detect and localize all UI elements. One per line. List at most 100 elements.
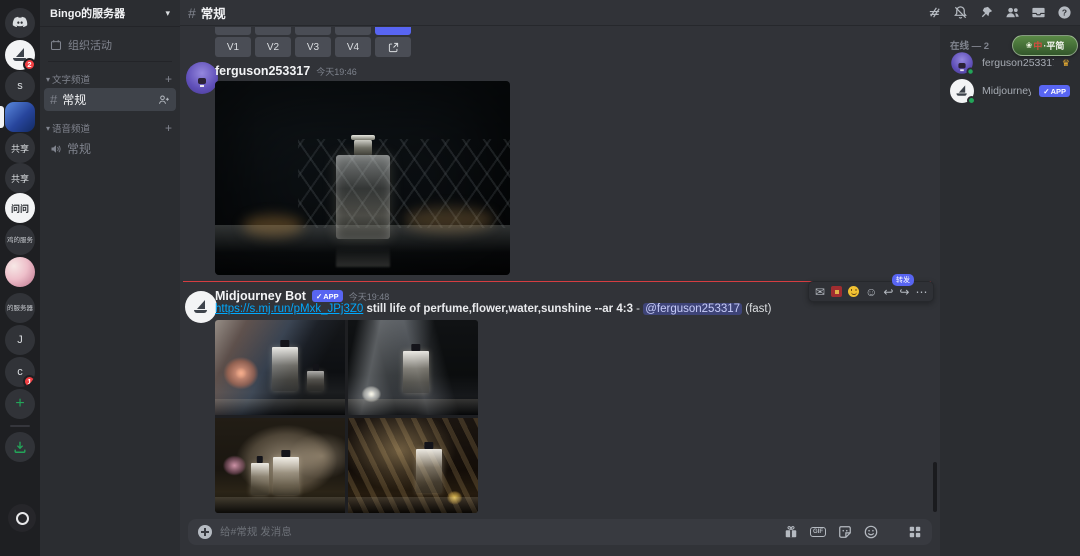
more-actions-icon[interactable]: ⋯ — [915, 286, 927, 298]
server-icon-gongxiang-2[interactable]: 共享 — [5, 163, 35, 193]
image-floor — [348, 399, 478, 415]
invite-members-icon[interactable] — [158, 94, 170, 106]
reply-icon[interactable]: ↩ — [883, 286, 893, 298]
app-badge: ✓ APP — [312, 290, 343, 302]
sticker-icon[interactable] — [838, 525, 852, 539]
member-list-icon[interactable] — [1005, 5, 1020, 20]
perfume-bottle — [416, 449, 442, 493]
channel-sidebar: Bingo的服务器 ▾ 组织活动 ▾ 文字频道 + # 常规 ▾ 语音频道 + … — [40, 0, 180, 556]
events-entry[interactable]: 组织活动 — [40, 35, 180, 55]
grid-image-2[interactable] — [348, 320, 478, 415]
mj-job-link[interactable]: https://s.mj.run/pMxk_JPj3Z0 — [215, 303, 363, 315]
avatar-midjourney-bot[interactable] — [185, 291, 217, 323]
add-reaction-icon[interactable]: ☺ — [865, 286, 877, 298]
flower-icon: ❀ — [1026, 41, 1033, 50]
calendar-icon — [50, 39, 62, 51]
perfume-image-attachment[interactable] — [215, 81, 510, 275]
server-icon-j[interactable]: J — [5, 325, 35, 355]
voice-channel-name: 常规 — [67, 140, 91, 157]
envelope-reaction-icon[interactable]: ✉ — [815, 286, 825, 298]
smile-reaction-icon[interactable] — [848, 286, 859, 297]
variation-button-row: V1 V2 V3 V4 — [215, 37, 411, 57]
server-icon-wenwen[interactable]: 问问 — [5, 193, 35, 223]
server-icon-s[interactable]: s — [5, 71, 35, 101]
channel-title: 常规 — [201, 3, 226, 22]
speed-label: (fast) — [745, 303, 771, 315]
variation-button-v4[interactable]: V4 — [335, 37, 371, 57]
notifications-muted-icon[interactable] — [953, 5, 968, 20]
grid-image-1[interactable] — [215, 320, 345, 415]
discord-logo-icon — [11, 14, 29, 32]
user-mention[interactable]: @ferguson253317 — [643, 303, 742, 315]
channel-changgui-text[interactable]: # 常规 — [44, 88, 176, 111]
text-channels-category[interactable]: ▾ 文字频道 + — [40, 72, 180, 86]
threads-icon[interactable] — [927, 5, 942, 20]
open-in-web-button[interactable] — [375, 37, 411, 57]
channel-name: 常规 — [62, 91, 86, 108]
unread-badge: 2 — [23, 58, 36, 71]
gift-icon[interactable] — [784, 525, 798, 539]
variation-button-v3[interactable]: V3 — [295, 37, 331, 57]
add-voice-channel-button[interactable]: + — [165, 121, 172, 135]
upscale-button-cropped[interactable] — [215, 27, 251, 35]
input-action-icons: GIF — [784, 525, 922, 539]
help-icon[interactable]: ? — [1057, 5, 1072, 20]
forward-tooltip: 转发 — [892, 274, 914, 286]
message-header: Midjourney Bot ✓ APP 今天19:48 — [215, 289, 389, 303]
explore-servers-button[interactable] — [5, 432, 35, 462]
server-header[interactable]: Bingo的服务器 ▾ — [40, 0, 180, 27]
upscale-button-cropped[interactable] — [295, 27, 331, 35]
image-floor — [215, 497, 345, 513]
sailboat-icon — [193, 300, 209, 314]
grid-image-3[interactable] — [215, 418, 345, 513]
midjourney-image-grid[interactable] — [215, 320, 478, 513]
selected-server-indicator — [0, 106, 4, 128]
perfume-bottle — [273, 457, 299, 495]
add-server-button[interactable]: + — [5, 389, 35, 419]
member-name: Midjourney Bot — [982, 85, 1031, 97]
chat-scrollbar-thumb[interactable] — [933, 462, 937, 512]
channel-changgui-voice[interactable]: 常规 — [44, 137, 176, 160]
voice-channels-category[interactable]: ▾ 语音频道 + — [40, 121, 180, 135]
perfume-bottle — [336, 155, 390, 239]
pinned-messages-icon[interactable] — [979, 5, 994, 20]
midjourney-dm-avatar[interactable]: 2 — [5, 40, 35, 70]
server-icon-blue-selected[interactable] — [5, 102, 35, 132]
server-icon-c[interactable]: c 1 — [5, 357, 35, 387]
variation-button-v2[interactable]: V2 — [255, 37, 291, 57]
server-rail: 2 s 共享 共享 问问 鸡的服务 的服务器 J c 1 + — [0, 0, 40, 556]
emoji-picker-icon[interactable] — [864, 525, 878, 539]
server-icon-jidefuwu[interactable]: 鸡的服务 — [5, 225, 35, 255]
server-icon-flower[interactable] — [5, 257, 35, 287]
username-midjourney-bot[interactable]: Midjourney Bot — [215, 289, 306, 303]
avatar-ferguson[interactable] — [186, 62, 218, 94]
add-text-channel-button[interactable]: + — [165, 72, 172, 86]
username-ferguson[interactable]: ferguson253317 — [215, 64, 310, 78]
apps-icon[interactable] — [908, 525, 922, 539]
red-envelope-reaction-icon[interactable] — [831, 286, 842, 297]
discord-home-button[interactable] — [5, 8, 35, 38]
server-icon-gongxiang-1[interactable]: 共享 — [5, 133, 35, 163]
variation-button-v1[interactable]: V1 — [215, 37, 251, 57]
image-glow — [404, 207, 494, 233]
svg-text:?: ? — [1062, 7, 1067, 17]
attach-file-button[interactable] — [198, 525, 212, 539]
rail-divider — [10, 425, 30, 427]
upscale-button-cropped[interactable] — [255, 27, 291, 35]
chevron-down-icon: ▾ — [165, 8, 170, 19]
online-status-dot — [967, 68, 975, 76]
inbox-icon[interactable] — [1031, 5, 1046, 20]
forward-icon[interactable]: ↪ — [899, 286, 909, 298]
chat-area: V1 V2 V3 V4 ferguson253317 今天19:46 — [180, 26, 940, 556]
member-row-midjourney-bot[interactable]: Midjourney Bot ✓ APP — [944, 78, 1076, 104]
image-floor — [215, 399, 345, 415]
message-timestamp: 今天19:46 — [316, 65, 357, 78]
screenshot-watermark: ❀ 中 ·平简 — [1012, 35, 1078, 56]
grid-image-4[interactable] — [348, 418, 478, 513]
reroll-button-cropped[interactable] — [375, 27, 411, 35]
server-icon-defuwuqi[interactable]: 的服务器 — [5, 293, 35, 323]
message-input[interactable] — [220, 526, 776, 538]
upscale-button-cropped[interactable] — [335, 27, 371, 35]
perfume-bottle — [251, 463, 269, 495]
gif-picker-button[interactable]: GIF — [810, 527, 826, 537]
